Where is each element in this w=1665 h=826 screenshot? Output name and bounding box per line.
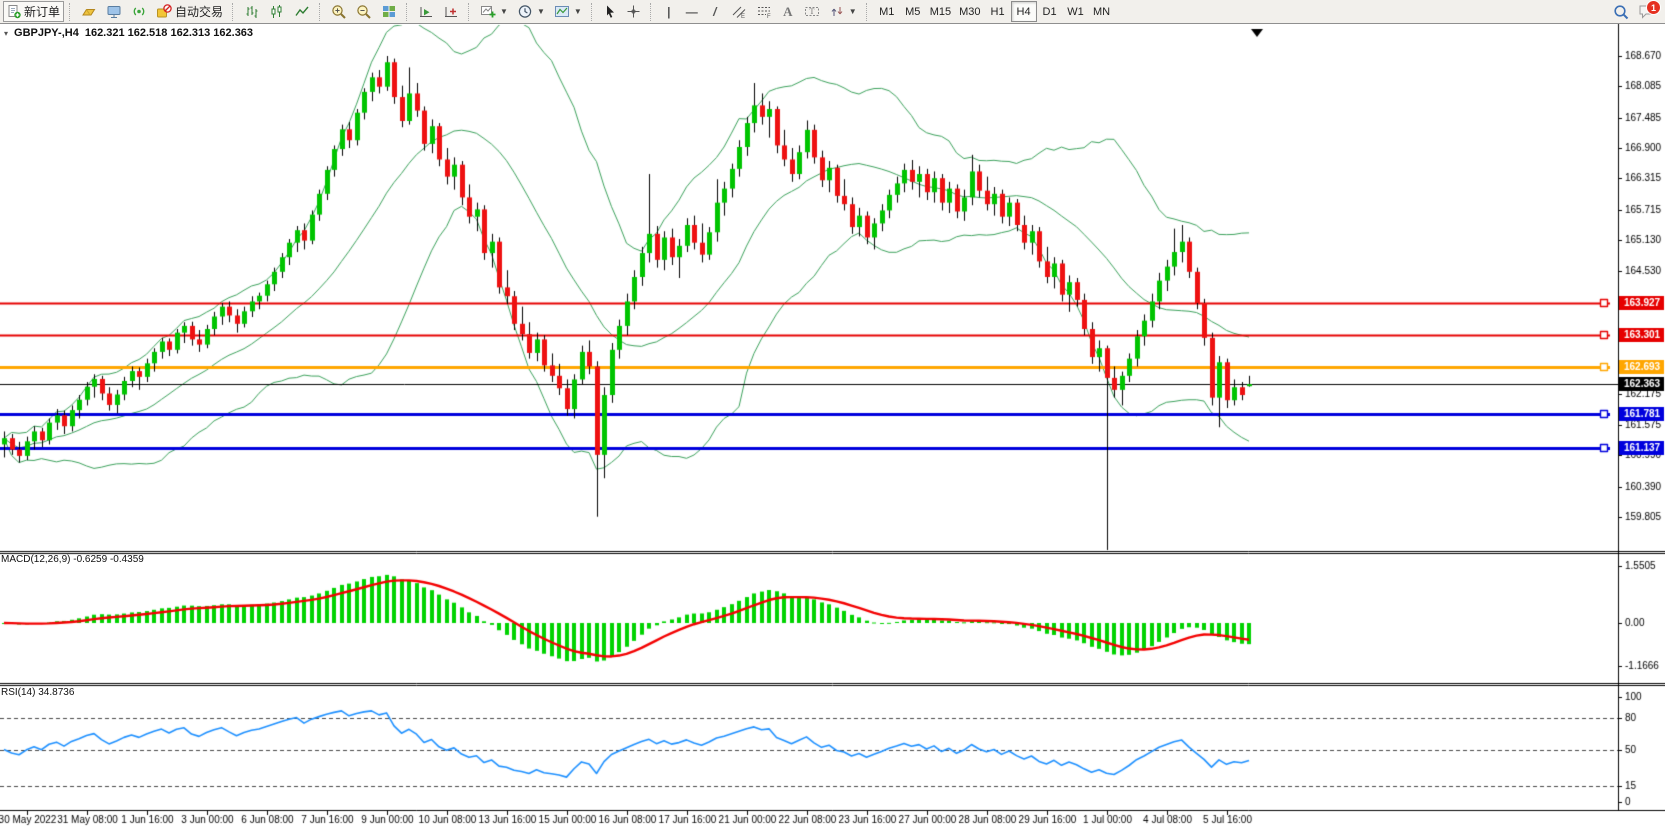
text-button[interactable]: A [777, 1, 799, 22]
toolbar-separator [232, 3, 235, 21]
chevron-down-icon: ▼ [574, 7, 582, 16]
bar-chart-icon [244, 4, 260, 19]
timeframe-button-m1[interactable]: M1 [874, 1, 900, 22]
notifications-button[interactable]: 1 [1638, 3, 1656, 20]
timeframe-button-h1[interactable]: H1 [985, 1, 1011, 22]
horizontal-line-icon: — [686, 6, 698, 18]
timeframe-button-w1[interactable]: W1 [1063, 1, 1089, 22]
label-button[interactable]: T [800, 1, 824, 22]
chart-shift-button[interactable] [439, 1, 463, 22]
auto-scroll-button[interactable] [414, 1, 438, 22]
candlestick-chart-button[interactable] [265, 1, 289, 22]
template-icon [554, 4, 570, 19]
timeframe-toolbar: M1M5M15M30H1H4D1W1MN [874, 1, 1115, 22]
gold-bars-icon [81, 4, 97, 19]
label-icon: T [804, 4, 820, 19]
macd-label: MACD(12,26,9) -0.6259 -0.4359 [1, 554, 144, 565]
templates-button[interactable]: ▼ [550, 1, 586, 22]
fibonacci-button[interactable]: F [752, 1, 776, 22]
vertical-line-button[interactable]: | [658, 1, 680, 22]
timeframe-button-mn[interactable]: MN [1089, 1, 1115, 22]
new-order-button[interactable]: 新订单 [3, 1, 64, 22]
svg-text:F: F [767, 14, 771, 19]
vertical-line-icon: | [667, 6, 670, 18]
line-chart-icon [294, 4, 310, 19]
channel-icon: E [731, 4, 747, 19]
chart-shift-icon [443, 4, 459, 19]
chart-area: ▾ GBPJPY-,H4 162.321 162.518 162.313 162… [0, 24, 1665, 826]
toolbar-separator [650, 3, 653, 21]
chart-ohlc-values: 162.321 162.518 162.313 162.363 [85, 27, 253, 39]
channel-button[interactable]: E [727, 1, 751, 22]
cursor-icon [603, 4, 617, 19]
rsi-label: RSI(14) 34.8736 [1, 687, 74, 698]
chart-symbol-period: GBPJPY-,H4 [14, 27, 79, 39]
chart-title: ▾ GBPJPY-,H4 162.321 162.518 162.313 162… [4, 27, 253, 39]
timeframe-button-h4[interactable]: H4 [1011, 1, 1037, 22]
toolbar-separator [69, 3, 72, 21]
cursor-button[interactable] [599, 1, 621, 22]
bar-chart-button[interactable] [240, 1, 264, 22]
toolbar-separator [591, 3, 594, 21]
crosshair-icon [626, 4, 641, 19]
signal-icon [131, 4, 147, 19]
chevron-down-icon: ▼ [849, 7, 857, 16]
arrows-icon [829, 4, 845, 19]
line-chart-button[interactable] [290, 1, 314, 22]
indicators-icon [480, 4, 496, 19]
zoom-out-icon [356, 4, 372, 20]
new-order-label: 新订单 [24, 3, 60, 20]
monitor-button[interactable] [102, 1, 126, 22]
timeframe-button-m15[interactable]: M15 [926, 1, 955, 22]
timeframe-button-d1[interactable]: D1 [1037, 1, 1063, 22]
chart-menu-caret-icon[interactable]: ▾ [4, 29, 8, 38]
chevron-down-icon: ▼ [537, 7, 545, 16]
zoom-in-icon [331, 4, 347, 20]
svg-text:T: T [809, 7, 814, 16]
gold-bars-button[interactable] [77, 1, 101, 22]
auto-trading-icon [156, 4, 172, 19]
text-icon: A [783, 5, 792, 18]
horizontal-line-button[interactable]: — [681, 1, 703, 22]
toolbar-separator [866, 3, 869, 21]
toolbar-separator [468, 3, 471, 21]
trendline-icon: / [713, 6, 716, 18]
new-order-icon [7, 4, 21, 19]
main-toolbar: 新订单 自动交易 ▼ ▼ ▼ | — / E F A T ▼ M1M5M15M3… [0, 0, 1665, 24]
svg-text:E: E [741, 14, 745, 19]
clock-icon [517, 4, 533, 19]
trendline-button[interactable]: / [704, 1, 726, 22]
timeframe-button-m30[interactable]: M30 [955, 1, 984, 22]
chart-canvas[interactable] [0, 24, 1665, 826]
zoom-in-button[interactable] [327, 1, 351, 22]
indicators-button[interactable]: ▼ [476, 1, 512, 22]
tile-windows-button[interactable] [377, 1, 401, 22]
candlestick-chart-icon [269, 4, 285, 19]
toolbar-separator [319, 3, 322, 21]
toolbar-separator [406, 3, 409, 21]
monitor-icon [106, 4, 122, 19]
crosshair-button[interactable] [622, 1, 645, 22]
zoom-out-button[interactable] [352, 1, 376, 22]
auto-trading-label: 自动交易 [175, 3, 223, 20]
notification-badge: 1 [1646, 0, 1661, 15]
timeframe-button-m5[interactable]: M5 [900, 1, 926, 22]
tile-windows-icon [381, 4, 397, 19]
auto-scroll-icon [418, 4, 434, 19]
signal-button[interactable] [127, 1, 151, 22]
chevron-down-icon: ▼ [500, 7, 508, 16]
search-button[interactable] [1609, 1, 1634, 22]
periods-button[interactable]: ▼ [513, 1, 549, 22]
fibonacci-icon: F [756, 4, 772, 19]
search-icon [1613, 4, 1630, 20]
arrows-button[interactable]: ▼ [825, 1, 861, 22]
auto-trading-button[interactable]: 自动交易 [152, 1, 227, 22]
